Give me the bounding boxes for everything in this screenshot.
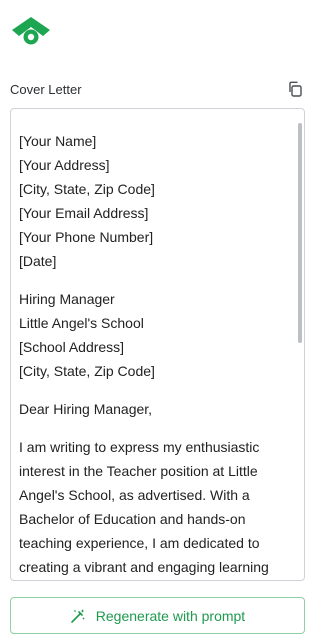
cover-letter-textarea[interactable]: [Your Name] [Your Address] [City, State,… bbox=[10, 108, 305, 581]
cover-letter-label: Cover Letter bbox=[10, 81, 82, 97]
letter-body-line: I am writing to express my enthusiastic bbox=[19, 439, 260, 455]
textarea-scrollbar[interactable] bbox=[298, 123, 302, 343]
letter-body-line: interest in the Teacher position at Litt… bbox=[19, 463, 258, 479]
letter-line: [Your Phone Number] bbox=[19, 229, 154, 245]
letter-line: [Your Address] bbox=[19, 157, 110, 173]
brand-logo-icon[interactable] bbox=[10, 14, 52, 46]
copy-icon[interactable] bbox=[284, 78, 306, 100]
letter-body-line: Bachelor of Education and hands-on bbox=[19, 511, 246, 527]
letter-line: [Your Name] bbox=[19, 133, 97, 149]
cover-letter-content: [Your Name] [Your Address] [City, State,… bbox=[11, 109, 304, 579]
letter-salutation: Dear Hiring Manager, bbox=[19, 401, 153, 417]
letter-line: Little Angel's School bbox=[19, 315, 144, 331]
magic-wand-icon bbox=[70, 608, 85, 623]
letter-body-line: Angel's School, as advertised. With a bbox=[19, 487, 250, 503]
letter-line: [City, State, Zip Code] bbox=[19, 181, 155, 197]
regenerate-button[interactable]: Regenerate with prompt bbox=[10, 597, 305, 634]
letter-line: Hiring Manager bbox=[19, 291, 115, 307]
letter-line: [Date] bbox=[19, 253, 57, 269]
letter-body-line: creating a vibrant and engaging learning bbox=[19, 559, 269, 575]
cover-letter-header: Cover Letter bbox=[10, 78, 306, 100]
letter-line: [Your Email Address] bbox=[19, 205, 149, 221]
letter-body-line: teaching experience, I am dedicated to bbox=[19, 535, 260, 551]
regenerate-label: Regenerate with prompt bbox=[95, 607, 246, 624]
letter-line: [School Address] bbox=[19, 339, 125, 355]
letter-line: [City, State, Zip Code] bbox=[19, 363, 155, 379]
